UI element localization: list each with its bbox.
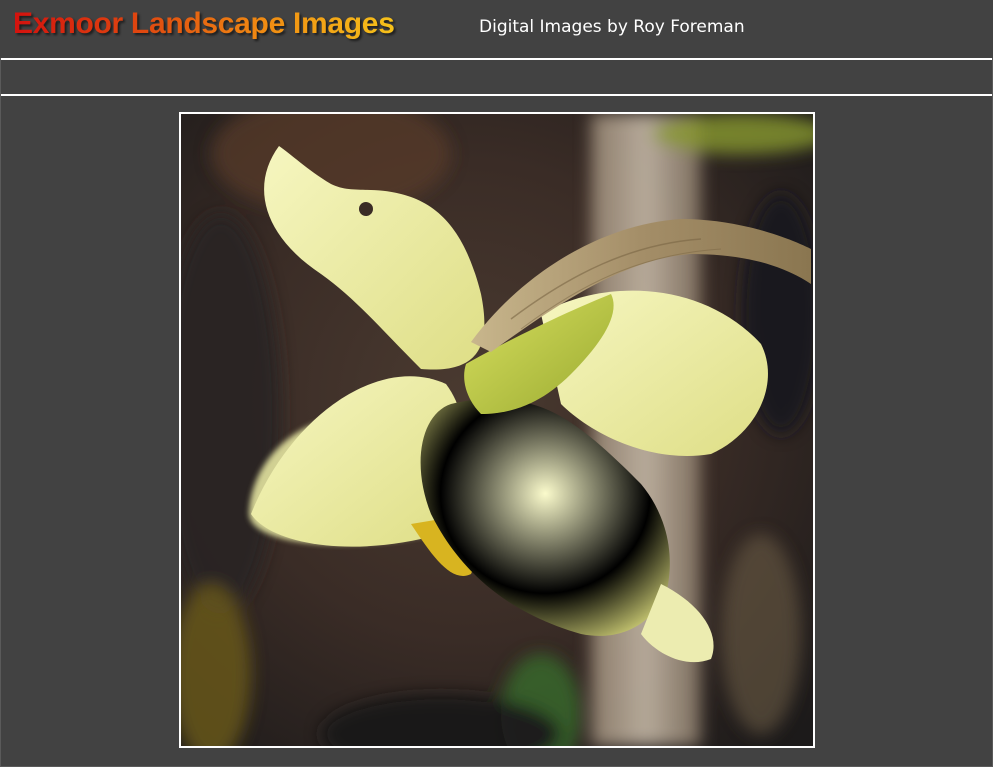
site-subtitle: Digital Images by Roy Foreman xyxy=(479,17,745,37)
site-title[interactable]: Exmoor Landscape Images xyxy=(13,7,395,41)
header-divider-bottom xyxy=(1,94,992,96)
daffodil-photo-image xyxy=(181,114,813,746)
nav-bar xyxy=(1,60,992,94)
site-header: Exmoor Landscape Images Digital Images b… xyxy=(0,0,993,58)
daffodil-photo[interactable] xyxy=(179,112,815,748)
